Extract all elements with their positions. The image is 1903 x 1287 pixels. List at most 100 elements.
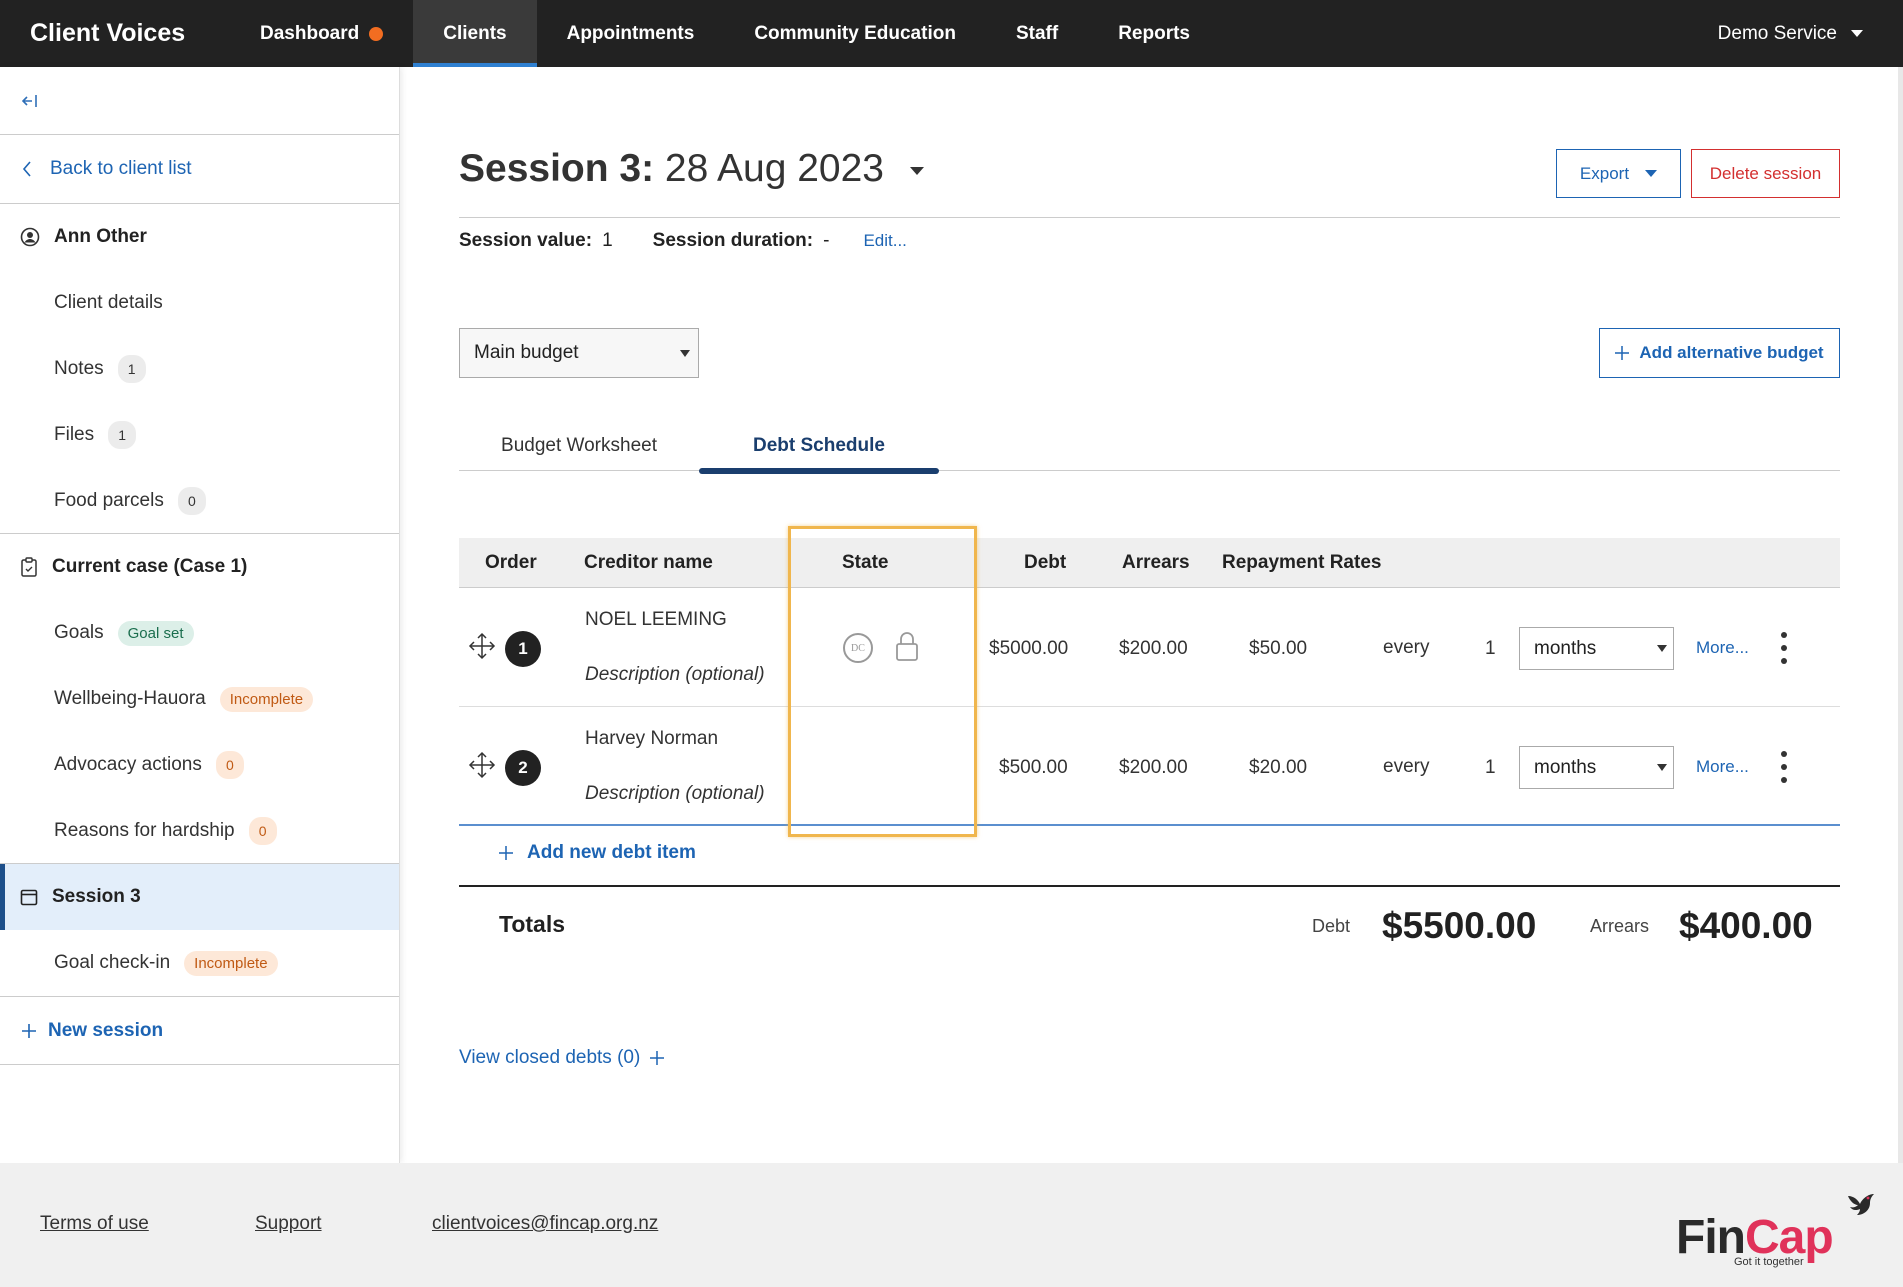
- tab-debt-schedule[interactable]: Debt Schedule: [699, 422, 939, 474]
- chevron-down-icon[interactable]: [909, 167, 924, 175]
- frequency-period-select[interactable]: months: [1519, 746, 1674, 789]
- view-closed-debts-link[interactable]: View closed debts (0): [459, 1047, 665, 1069]
- contact-email-link[interactable]: clientvoices@fincap.org.nz: [432, 1213, 658, 1235]
- order-badge: 2: [505, 750, 541, 786]
- footer: Terms of use Support clientvoices@fincap…: [0, 1163, 1903, 1287]
- more-link[interactable]: More...: [1696, 757, 1749, 777]
- session-duration: -: [823, 230, 830, 251]
- service-menu[interactable]: Demo Service: [1718, 23, 1863, 45]
- case-title: Current case (Case 1): [52, 556, 248, 577]
- move-handle-icon[interactable]: [468, 751, 496, 779]
- sidebar-item-goals[interactable]: Goals Goal set: [0, 600, 399, 666]
- sidebar-item-reasons-for-hardship[interactable]: Reasons for hardship 0: [0, 798, 399, 864]
- client-name: Ann Other: [54, 226, 147, 247]
- frequency-count[interactable]: 1: [1485, 757, 1496, 779]
- chevron-down-icon: [1851, 30, 1863, 37]
- state-column-highlight: [788, 526, 977, 837]
- add-alternative-budget-button[interactable]: Add alternative budget: [1599, 328, 1840, 378]
- bird-logo-icon: [1848, 1194, 1874, 1215]
- sidebar-item-files[interactable]: Files 1: [0, 402, 399, 468]
- repayment-rate[interactable]: $50.00: [1249, 638, 1307, 660]
- col-debt: Debt: [1024, 552, 1067, 573]
- kebab-menu-icon[interactable]: [1780, 632, 1788, 664]
- budget-select-value: Main budget: [474, 342, 579, 363]
- session-title: Session 3: [52, 886, 141, 907]
- fincap-logo[interactable]: FinCap Got it together: [1676, 1190, 1874, 1270]
- total-debt-label: Debt: [1312, 916, 1351, 936]
- budget-select[interactable]: Main budget: [459, 328, 699, 378]
- nav-appointments[interactable]: Appointments: [537, 0, 725, 67]
- add-new-debt-item-button[interactable]: Add new debt item: [499, 842, 696, 864]
- app-title[interactable]: Client Voices: [30, 19, 230, 48]
- add-debt-label: Add new debt item: [527, 842, 696, 863]
- session-header[interactable]: Session 3: [0, 864, 399, 930]
- repayment-rate[interactable]: $20.00: [1249, 757, 1307, 779]
- calendar-icon: [20, 889, 38, 906]
- sidebar-item-label: Reasons for hardship: [54, 819, 235, 841]
- sidebar-item-label: Notes: [54, 358, 104, 379]
- back-to-client-list-link[interactable]: Back to client list: [0, 135, 399, 204]
- sidebar-item-wellbeing[interactable]: Wellbeing-Hauora Incomplete: [0, 666, 399, 732]
- tabs: Budget Worksheet Debt Schedule: [459, 422, 1840, 474]
- sidebar-item-advocacy-actions[interactable]: Advocacy actions 0: [0, 732, 399, 798]
- notification-dot: [369, 26, 384, 41]
- dropdown-arrow-icon: [680, 350, 690, 357]
- arrears-value[interactable]: $200.00: [1119, 757, 1188, 779]
- dropdown-arrow-icon: [1657, 645, 1667, 652]
- sidebar-item-label: Wellbeing-Hauora: [54, 688, 206, 709]
- nav-reports[interactable]: Reports: [1088, 0, 1220, 67]
- session-title-row[interactable]: Session 3: 28 Aug 2023: [459, 147, 924, 191]
- nav-dashboard[interactable]: Dashboard: [230, 0, 413, 67]
- terms-of-use-link[interactable]: Terms of use: [40, 1213, 149, 1235]
- top-nav: Client Voices Dashboard Clients Appointm…: [0, 0, 1903, 67]
- description-field[interactable]: Description (optional): [585, 783, 765, 805]
- frequency-period-select[interactable]: months: [1519, 627, 1674, 670]
- sidebar-item-client-details[interactable]: Client details: [0, 270, 399, 336]
- chevron-down-icon: [1645, 170, 1658, 177]
- status-badge: Goal set: [117, 620, 194, 646]
- back-label: Back to client list: [50, 158, 192, 179]
- edit-session-link[interactable]: Edit...: [863, 231, 906, 251]
- every-label: every: [1383, 756, 1430, 777]
- more-link[interactable]: More...: [1696, 638, 1749, 658]
- arrears-value[interactable]: $200.00: [1119, 638, 1188, 660]
- status-badge: Incomplete: [184, 950, 278, 976]
- count-badge: 0: [215, 751, 244, 779]
- session-value: 1: [602, 230, 613, 251]
- creditor-name[interactable]: Harvey Norman: [585, 728, 718, 750]
- divider: [459, 885, 1840, 887]
- collapse-sidebar-button[interactable]: [0, 67, 399, 135]
- sidebar-item-goal-check-in[interactable]: Goal check-in Incomplete: [0, 930, 399, 996]
- add-alt-budget-label: Add alternative budget: [1639, 343, 1824, 362]
- export-button[interactable]: Export: [1556, 149, 1681, 198]
- move-handle-icon[interactable]: [468, 632, 496, 660]
- description-field[interactable]: Description (optional): [585, 664, 765, 686]
- nav-staff[interactable]: Staff: [986, 0, 1088, 67]
- session-meta: Session value: 1 Session duration: - Edi…: [459, 230, 907, 252]
- support-link[interactable]: Support: [255, 1213, 322, 1235]
- sidebar-item-food-parcels[interactable]: Food parcels 0: [0, 468, 399, 534]
- delete-session-button[interactable]: Delete session: [1691, 149, 1840, 198]
- debt-value[interactable]: $5000.00: [989, 638, 1068, 660]
- plus-icon: [1615, 346, 1630, 360]
- new-session-button[interactable]: New session: [0, 996, 399, 1065]
- debt-value[interactable]: $500.00: [999, 757, 1068, 779]
- table-row: 1 NOEL LEEMING Description (optional) DC…: [459, 588, 1840, 707]
- nav-clients[interactable]: Clients: [413, 0, 537, 67]
- total-debt-value: $5500.00: [1382, 905, 1537, 946]
- scrollbar[interactable]: [1898, 67, 1903, 1163]
- sidebar-item-label: Advocacy actions: [54, 754, 202, 775]
- client-header[interactable]: Ann Other: [0, 204, 399, 270]
- kebab-menu-icon[interactable]: [1780, 751, 1788, 783]
- session-value-label: Session value:: [459, 230, 593, 251]
- case-header[interactable]: Current case (Case 1): [0, 534, 399, 600]
- sidebar-item-notes[interactable]: Notes 1: [0, 336, 399, 402]
- frequency-count[interactable]: 1: [1485, 638, 1496, 660]
- nav-community-education[interactable]: Community Education: [724, 0, 986, 67]
- plus-icon: [22, 1023, 36, 1038]
- tab-budget-worksheet[interactable]: Budget Worksheet: [459, 422, 699, 470]
- count-badge: 1: [108, 421, 137, 449]
- creditor-name[interactable]: NOEL LEEMING: [585, 609, 727, 631]
- status-badge: Incomplete: [219, 686, 314, 712]
- col-arrears: Arrears: [1122, 552, 1190, 573]
